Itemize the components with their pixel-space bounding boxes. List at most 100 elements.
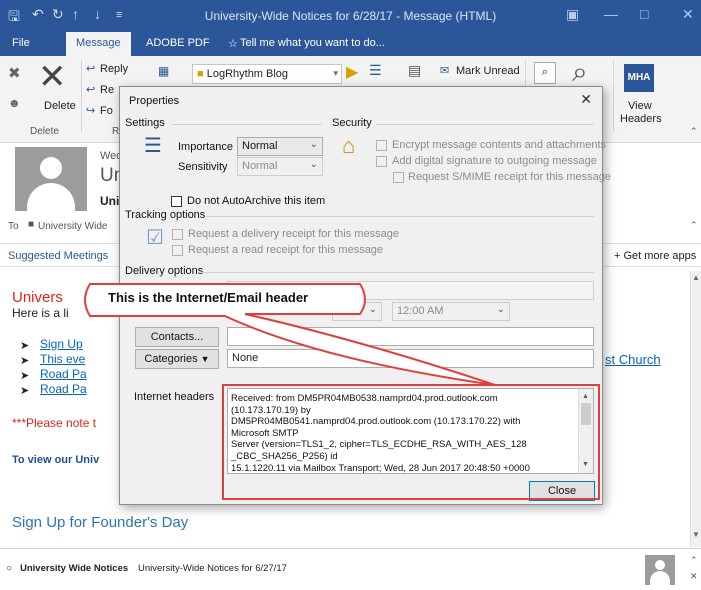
delivery-divider [202,272,594,273]
tab-file[interactable]: File [12,37,30,49]
founders-day-heading: Sign Up for Founder's Day [12,514,189,531]
maximize-icon[interactable]: □ [640,6,648,22]
ribbon-separator [613,60,614,132]
importance-select[interactable]: Normal ⌄ [237,137,323,156]
rules-icon[interactable]: ☰ [369,62,382,79]
categories-field[interactable]: None [227,349,594,368]
search-people-icon[interactable]: ⌕ [534,62,556,84]
dialog-close-icon[interactable]: ✕ [580,91,592,108]
reply-icon: ↩ [86,63,96,75]
sender-avatar [15,147,87,211]
minimize-icon[interactable]: — [604,6,618,22]
view-headers-line-1[interactable]: View [628,100,652,112]
mha-icon[interactable]: MHA [624,64,654,92]
importance-label: Importance [178,141,234,153]
close-pane-icon[interactable]: ✕ [690,571,698,582]
delivery-receipt-checkbox[interactable] [172,229,183,240]
body-link-1[interactable]: Sign Up [40,337,83,351]
expire-date-select[interactable]: ⌄ [332,302,382,321]
delete-button[interactable]: Delete [44,100,76,112]
categories-button-label: Categories [144,353,198,365]
read-receipt-label: Request a read receipt for this message [188,244,384,256]
get-more-apps-link[interactable]: + Get more apps [614,250,696,262]
collapse-ribbon-icon[interactable]: ⌃ [690,126,698,137]
window-title: University-Wide Notices for 6/28/17 - Me… [204,9,497,23]
message-subject: Uni [100,194,120,208]
signature-label: Add digital signature to outgoing messag… [392,155,597,167]
body-heading: Univers [12,289,63,306]
ribbon-display-icon[interactable]: ▣ [566,6,579,23]
sensitivity-select[interactable]: Normal ⌄ [237,157,323,176]
view-headers-line-2[interactable]: Headers [620,113,662,125]
contacts-field[interactable] [227,327,594,346]
junk-icon[interactable]: ☻ [8,96,21,110]
body-intro: Here is a li [12,306,69,320]
categories-button[interactable]: Categories ▼ [135,349,219,369]
body-link-3[interactable]: Road Pa [40,367,87,381]
chevron-down-icon: ▾ [333,68,338,78]
expand-header-icon[interactable]: ⌃ [690,220,698,231]
tracking-section-label: Tracking options [125,209,206,221]
contacts-button[interactable]: Contacts... [135,327,219,347]
outlook-message-window: 🖫 ↶ ↻ ↑ ↓ ≡ University-Wide Notices for … [0,0,701,590]
to-label: To [8,221,19,232]
quick-step-label: LogRhythm Blog [206,68,289,80]
conversation-icon: ○ [6,563,13,574]
title-bar: 🖫 ↶ ↻ ↑ ↓ ≡ University-Wide Notices for … [0,0,701,32]
reply-all-button[interactable]: Re [100,84,114,96]
close-window-icon[interactable]: ✕ [682,6,694,23]
smime-label: Request S/MIME receipt for this message [408,171,611,183]
meeting-icon[interactable]: ▦ [158,64,169,78]
scroll-down-icon[interactable]: ▼ [692,530,700,539]
body-link-4[interactable]: Road Pa [40,382,87,396]
avatar-head [40,157,62,179]
expire-time-select[interactable]: 12:00 AM ⌄ [392,302,510,321]
quick-steps-combo[interactable]: ■ LogRhythm Blog ▾ [192,64,342,84]
scroll-up-icon[interactable]: ▲ [692,273,700,282]
lightbulb-icon: ☆ [228,38,238,50]
tell-me-search[interactable]: Tell me what you want to do... [240,37,385,49]
conversation-bar: ○ University Wide Notices University-Wid… [0,548,701,590]
avatar-head [655,560,665,570]
security-lock-icon: ⌂ [342,133,356,158]
tracking-icon: ☑ [146,227,164,249]
body-link-right[interactable]: st Church [605,352,661,367]
read-receipt-checkbox[interactable] [172,245,183,256]
to-recipient[interactable]: University Wide [38,221,107,232]
settings-section-label: Settings [125,117,165,129]
delete-icon[interactable]: ✕ [38,60,67,94]
quick-step-folder-icon: ■ [197,68,204,80]
settings-divider [172,124,322,125]
dialog-title: Properties [129,95,180,107]
move-icon[interactable]: ▶ [346,62,358,82]
autoarchive-checkbox[interactable] [171,196,182,207]
autoarchive-label: Do not AutoArchive this item [187,195,326,207]
conversation-avatar [645,555,675,585]
tab-adobe-pdf[interactable]: ADOBE PDF [146,37,210,49]
ignore-icon[interactable]: ✖ [8,64,21,82]
mark-unread-icon: ✉ [440,65,450,77]
smime-checkbox[interactable] [393,172,404,183]
zoom-icon[interactable]: ⌕ [572,58,588,86]
suggested-meetings-tab[interactable]: Suggested Meetings [8,250,108,262]
security-section-label: Security [332,117,372,129]
signature-checkbox[interactable] [376,156,387,167]
tab-message[interactable]: Message [66,32,131,56]
reply-button[interactable]: Reply [100,63,128,75]
conversation-subject[interactable]: University-Wide Notices for 6/27/17 [138,563,287,574]
ribbon-separator [81,60,82,132]
delivery-receipt-label: Request a delivery receipt for this mess… [188,228,399,240]
message-scrollbar[interactable]: ▲ ▼ [690,271,701,547]
mark-unread-button[interactable]: Mark Unread [456,65,520,77]
importance-value: Normal [242,140,278,152]
encrypt-checkbox[interactable] [376,140,387,151]
chevron-down-icon: ⌄ [309,139,318,150]
internet-headers-label: Internet headers [134,391,215,403]
conversation-sender[interactable]: University Wide Notices [20,563,128,574]
collapse-icon[interactable]: ⌃ [690,555,698,566]
onenote-icon[interactable]: ▤ [408,62,421,79]
bullet-icon: ➤ [20,340,30,352]
forward-button[interactable]: Fo [100,105,113,117]
forward-icon: ↪ [86,105,96,117]
body-link-2[interactable]: This eve [40,352,85,366]
